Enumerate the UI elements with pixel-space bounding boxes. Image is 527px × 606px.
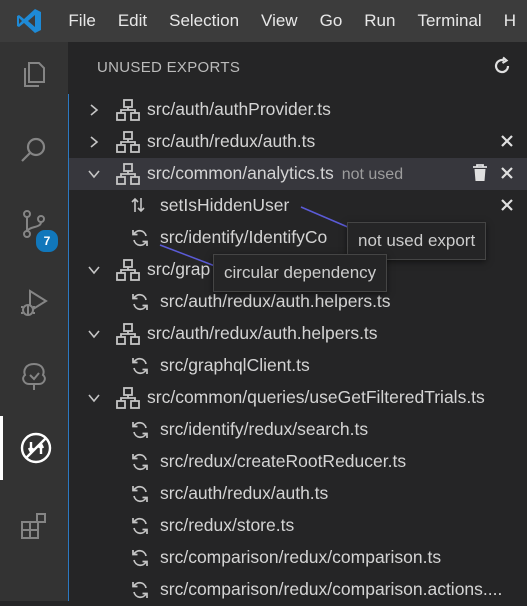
export-arrows-icon [130,196,146,219]
tree-row-file-selected[interactable]: src/common/analytics.ts not used [69,158,527,190]
menu-file[interactable]: File [57,0,106,42]
not-used-note: not used [341,166,404,183]
unused-exports-sidebar: UNUSED EXPORTS src/auth/authProvider.ts … [68,42,527,601]
tree-icon[interactable] [0,344,68,408]
tree-row-label: src/grap [147,259,211,279]
tree-row-circular[interactable]: src/redux/createRootReducer.ts [69,446,527,478]
tree-row-label: src/auth/redux/auth.ts [147,131,316,151]
vscode-logo-icon [0,0,57,42]
unused-exports-icon[interactable] [0,416,68,480]
tree-row-label: src/auth/redux/auth.helpers.ts [160,291,391,311]
explorer-icon[interactable] [0,42,68,106]
menu-bar: File Edit Selection View Go Run Terminal… [0,0,527,42]
chevron-down-icon[interactable] [87,390,101,410]
sidebar-header: UNUSED EXPORTS [68,42,527,94]
tree-row-label: src/comparison/redux/comparison.ts [160,547,442,567]
menu-view[interactable]: View [250,0,309,42]
circular-arrows-icon [130,420,150,445]
chevron-down-icon[interactable] [87,262,101,282]
tree-row-circular[interactable]: src/identify/redux/search.ts [69,414,527,446]
tree-row-circular[interactable]: src/comparison/redux/comparison.actions.… [69,574,527,606]
tree-row-file[interactable]: src/auth/redux/auth.ts [69,126,527,158]
tree-row-label: src/identify/redux/search.ts [160,419,369,439]
chevron-down-icon[interactable] [87,326,101,346]
menu-selection[interactable]: Selection [158,0,250,42]
tree-row-label: src/auth/redux/auth.ts [160,483,329,503]
circular-arrows-icon [130,516,150,541]
tree-row-circular[interactable]: src/comparison/redux/comparison.ts [69,542,527,574]
tree-row-circular[interactable]: src/redux/store.ts [69,510,527,542]
circular-arrows-icon [130,356,150,381]
tree-row-label: src/auth/authProvider.ts [147,99,331,119]
extensions-icon[interactable] [0,494,68,558]
tree-row-file[interactable]: src/common/queries/useGetFilteredTrials.… [69,382,527,414]
file-graph-icon [116,98,140,127]
menu-edit[interactable]: Edit [107,0,158,42]
tree-row-label: src/redux/createRootReducer.ts [160,451,407,471]
menu-go[interactable]: Go [309,0,354,42]
tree-row-label: src/graphqlClient.ts [160,355,310,375]
chevron-right-icon[interactable] [87,102,101,122]
tree-row-label: src/redux/store.ts [160,515,295,535]
circular-arrows-icon [130,452,150,477]
close-icon[interactable] [499,133,515,154]
close-icon[interactable] [499,197,515,218]
circular-arrows-icon [130,580,150,605]
sidebar-title: UNUSED EXPORTS [97,59,241,76]
tree-row-circular[interactable]: src/graphqlClient.ts [69,350,527,382]
chevron-down-icon[interactable] [87,166,101,186]
file-graph-icon [116,386,140,415]
file-graph-icon [116,130,140,159]
file-graph-icon [116,322,140,351]
menu-run[interactable]: Run [353,0,406,42]
tree-row-circular[interactable]: src/auth/redux/auth.ts [69,478,527,510]
tree-row-export[interactable]: setIsHiddenUser [69,190,527,222]
tree-row-label: src/common/queries/useGetFilteredTrials.… [147,387,485,407]
file-graph-icon [116,258,140,287]
tree-row-label: src/identify/IdentifyCo [160,227,328,247]
tree-row-label: src/auth/redux/auth.helpers.ts [147,323,378,343]
refresh-icon[interactable] [492,56,512,81]
search-icon[interactable] [0,118,68,182]
source-control-icon[interactable]: 7 [0,192,68,256]
chevron-right-icon[interactable] [87,134,101,154]
tooltip-circular-dependency: circular dependency [213,254,388,292]
tree-row-label: src/common/analytics.ts not used [147,163,403,184]
tree-row-label: setIsHiddenUser [160,195,290,215]
circular-arrows-icon [130,548,150,573]
close-icon[interactable] [499,165,515,186]
circular-arrows-icon [130,292,150,317]
tree-row-file[interactable]: src/auth/authProvider.ts [69,94,527,126]
file-path: src/common/analytics.ts [147,163,334,183]
source-control-badge: 7 [34,228,60,254]
tree-row-label: src/comparison/redux/comparison.actions.… [160,579,503,599]
unused-exports-tree: src/auth/authProvider.ts src/auth/redux/… [68,94,527,601]
menu-help[interactable]: H [493,0,527,42]
circular-arrows-icon [130,228,150,253]
run-debug-icon[interactable] [0,270,68,334]
tree-row-file[interactable]: src/auth/redux/auth.helpers.ts [69,318,527,350]
activity-bar: 7 [0,42,68,601]
menu-terminal[interactable]: Terminal [406,0,492,42]
circular-arrows-icon [130,484,150,509]
trash-icon[interactable] [472,164,488,187]
file-graph-icon [116,162,140,191]
